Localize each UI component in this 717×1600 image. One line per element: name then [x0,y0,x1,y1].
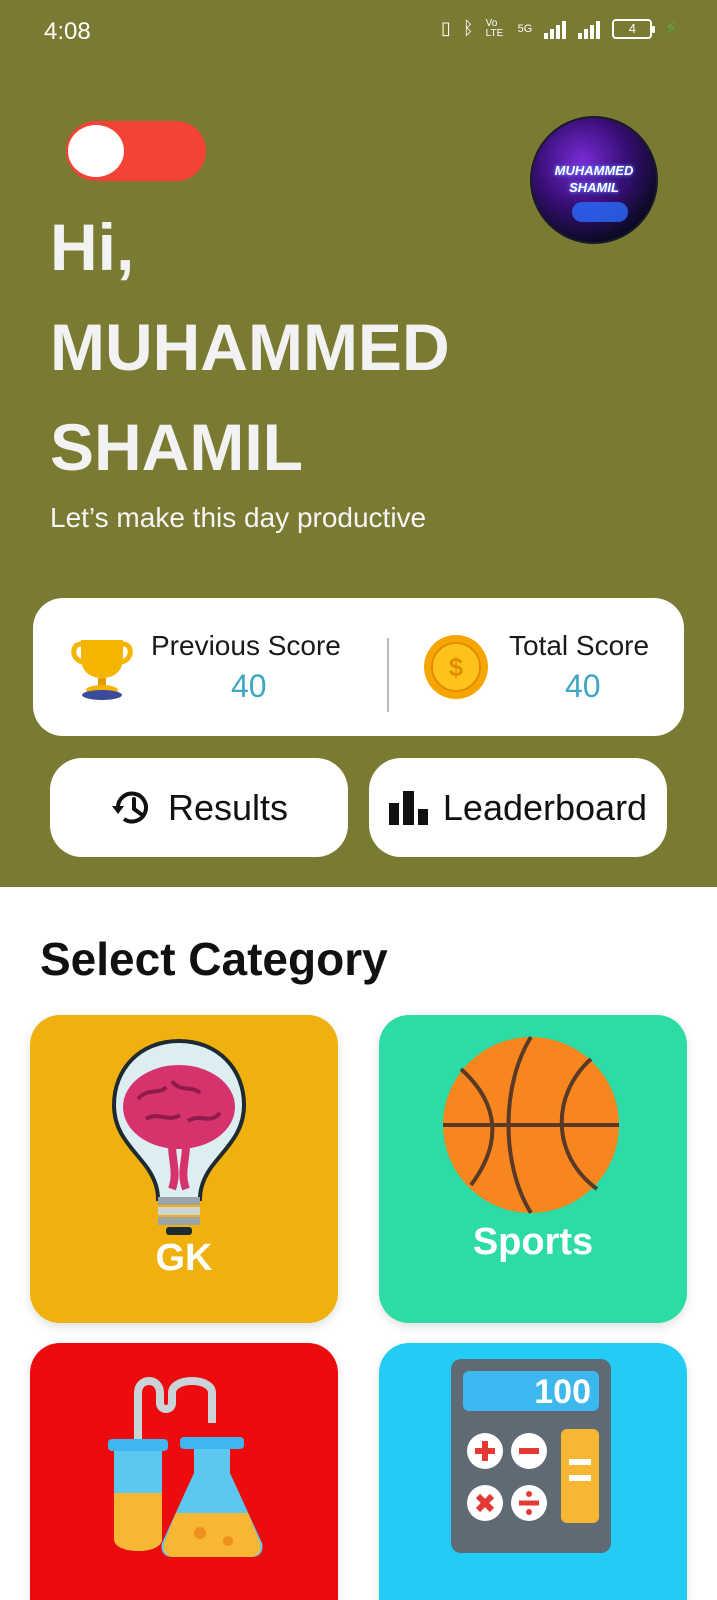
avatar-text-line2: SHAMIL [569,180,619,195]
vibrate-icon: ▯ [440,18,451,38]
subtitle: Let’s make this day productive [50,502,427,533]
previous-score-value: 40 [231,668,267,704]
category-tile-science[interactable] [30,1343,338,1600]
avatar-text-line1: MUHAMMED [554,163,634,178]
lightbulb-brain-icon [111,1038,247,1235]
status-icons: ▯ ᛒ Vo LTE 5G 4 ⚡ [441,18,677,39]
category-tile-maths[interactable]: 100 [379,1343,687,1600]
battery-icon: 4 [612,18,656,39]
user-name-line2: SHAMIL [50,410,303,484]
score-card: Previous Score 40 $ Total Score 40 [33,598,684,736]
svg-text:100: 100 [534,1373,591,1411]
section-title: Select Category [40,933,388,985]
theme-toggle[interactable] [66,121,206,181]
avatar[interactable]: MUHAMMED SHAMIL [530,116,658,244]
greeting: Hi, [50,210,135,284]
leaderboard-button[interactable]: Leaderboard [369,758,667,857]
category-label-gk: GK [155,1237,213,1279]
signal-icon-2 [578,19,601,39]
leaderboard-label: Leaderboard [442,786,648,828]
category-label-sports: Sports [472,1221,594,1263]
trophy-icon [71,640,133,700]
results-button[interactable]: Results [50,758,348,857]
status-bar: 4:08 ▯ ᛒ Vo LTE 5G 4 ⚡ [0,0,717,64]
category-tile-sports[interactable]: Sports [379,1015,687,1323]
previous-score-label: Previous Score [151,630,341,661]
test-tube-flask-icon [108,1377,263,1557]
volte-icon: Vo LTE [485,17,504,39]
avatar-decoration [572,202,628,222]
status-time: 4:08 [44,18,91,45]
score-divider [387,638,389,712]
total-score-label: Total Score [509,630,650,661]
calculator-icon: 100 [451,1359,611,1553]
category-tile-gk[interactable]: GK [30,1015,338,1323]
battery-level: 4 [628,21,636,36]
history-icon [111,791,148,823]
svg-text:$: $ [449,652,464,682]
signal-icon [544,19,567,39]
charging-icon: ⚡ [664,18,677,38]
user-name-line1: MUHAMMED [50,310,450,384]
coin-icon: $ [424,635,488,699]
bluetooth-icon: ᛒ [462,18,474,38]
toggle-knob [68,125,124,177]
basketball-icon [443,1035,619,1215]
results-label: Results [167,786,289,828]
total-score-value: 40 [565,668,601,704]
bar-chart-icon [388,790,428,825]
network-type-icon: 5G [517,22,533,35]
